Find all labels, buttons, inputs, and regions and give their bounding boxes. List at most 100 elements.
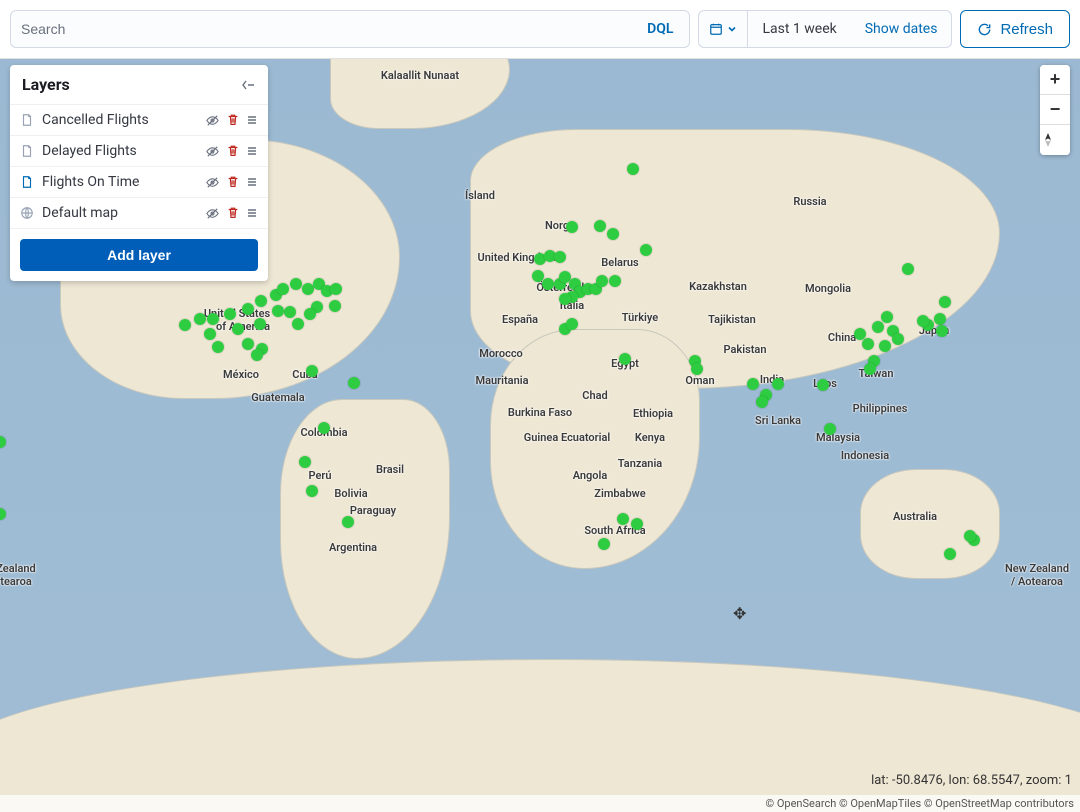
search-bar[interactable]: DQL bbox=[10, 10, 690, 48]
country-label: Guatemala bbox=[251, 391, 304, 404]
document-icon bbox=[20, 175, 34, 189]
data-point[interactable] bbox=[330, 283, 342, 295]
data-point[interactable] bbox=[272, 305, 284, 317]
document-icon bbox=[20, 144, 34, 158]
data-point[interactable] bbox=[299, 456, 311, 468]
drag-handle-icon[interactable] bbox=[246, 144, 258, 158]
data-point[interactable] bbox=[254, 318, 266, 330]
visibility-toggle-icon[interactable] bbox=[205, 206, 220, 221]
data-point[interactable] bbox=[881, 311, 893, 323]
drag-handle-icon[interactable] bbox=[246, 113, 258, 127]
data-point[interactable] bbox=[566, 221, 578, 233]
data-point[interactable] bbox=[255, 295, 267, 307]
data-point[interactable] bbox=[542, 278, 554, 290]
data-point[interactable] bbox=[640, 244, 652, 256]
refresh-button[interactable]: Refresh bbox=[960, 10, 1070, 48]
data-point[interactable] bbox=[566, 318, 578, 330]
data-point[interactable] bbox=[596, 275, 608, 287]
data-point[interactable] bbox=[212, 341, 224, 353]
data-point[interactable] bbox=[939, 296, 951, 308]
data-point[interactable] bbox=[617, 513, 629, 525]
data-point[interactable] bbox=[879, 340, 891, 352]
data-point[interactable] bbox=[284, 306, 296, 318]
data-point[interactable] bbox=[242, 303, 254, 315]
delete-layer-icon[interactable] bbox=[226, 113, 240, 127]
data-point[interactable] bbox=[559, 293, 571, 305]
data-point[interactable] bbox=[902, 263, 914, 275]
data-point[interactable] bbox=[251, 349, 263, 361]
data-point[interactable] bbox=[304, 308, 316, 320]
data-point[interactable] bbox=[277, 283, 289, 295]
data-point[interactable] bbox=[329, 300, 341, 312]
data-point[interactable] bbox=[964, 530, 976, 542]
add-layer-button[interactable]: Add layer bbox=[20, 239, 258, 271]
data-point[interactable] bbox=[747, 378, 759, 390]
collapse-panel-button[interactable] bbox=[240, 77, 256, 93]
data-point[interactable] bbox=[594, 220, 606, 232]
data-point[interactable] bbox=[292, 318, 304, 330]
data-point[interactable] bbox=[598, 538, 610, 550]
data-point[interactable] bbox=[318, 422, 330, 434]
country-label: Philippines bbox=[853, 402, 908, 415]
data-point[interactable] bbox=[224, 308, 236, 320]
delete-layer-icon[interactable] bbox=[226, 144, 240, 158]
zoom-in-button[interactable]: + bbox=[1040, 65, 1070, 95]
country-label: Bolivia bbox=[334, 487, 367, 500]
data-point[interactable] bbox=[862, 338, 874, 350]
calendar-button[interactable] bbox=[699, 11, 748, 47]
show-dates-link[interactable]: Show dates bbox=[851, 21, 952, 37]
data-point[interactable] bbox=[691, 363, 703, 375]
data-point[interactable] bbox=[306, 485, 318, 497]
country-label: Mauritania bbox=[475, 374, 528, 387]
delete-layer-icon[interactable] bbox=[226, 175, 240, 189]
data-point[interactable] bbox=[772, 378, 784, 390]
data-point[interactable] bbox=[207, 313, 219, 325]
country-label: Angola bbox=[573, 469, 608, 482]
data-point[interactable] bbox=[342, 516, 354, 528]
data-point[interactable] bbox=[348, 377, 360, 389]
data-point[interactable] bbox=[179, 319, 191, 331]
data-point[interactable] bbox=[934, 313, 946, 325]
data-point[interactable] bbox=[824, 423, 836, 435]
data-point[interactable] bbox=[232, 323, 244, 335]
data-point[interactable] bbox=[290, 278, 302, 290]
layer-row[interactable]: Delayed Flights bbox=[10, 136, 268, 167]
layer-row[interactable]: Flights On Time bbox=[10, 167, 268, 198]
data-point[interactable] bbox=[872, 321, 884, 333]
visibility-toggle-icon[interactable] bbox=[205, 144, 220, 159]
country-label: Paraguay bbox=[350, 504, 396, 517]
date-range-picker[interactable]: Last 1 week Show dates bbox=[698, 10, 952, 48]
zoom-out-button[interactable]: − bbox=[1040, 95, 1070, 125]
visibility-toggle-icon[interactable] bbox=[205, 113, 220, 128]
data-point[interactable] bbox=[607, 228, 619, 240]
layer-row[interactable]: Default map bbox=[10, 198, 268, 229]
visibility-toggle-icon[interactable] bbox=[205, 175, 220, 190]
drag-handle-icon[interactable] bbox=[246, 206, 258, 220]
data-point[interactable] bbox=[306, 365, 318, 377]
data-point[interactable] bbox=[631, 518, 643, 530]
data-point[interactable] bbox=[936, 325, 948, 337]
data-point[interactable] bbox=[242, 338, 254, 350]
country-label: Ísland bbox=[465, 189, 495, 202]
data-point[interactable] bbox=[554, 251, 566, 263]
delete-layer-icon[interactable] bbox=[226, 206, 240, 220]
data-point[interactable] bbox=[627, 163, 639, 175]
dql-button[interactable]: DQL bbox=[641, 21, 679, 37]
data-point[interactable] bbox=[194, 313, 206, 325]
data-point[interactable] bbox=[944, 548, 956, 560]
drag-handle-icon[interactable] bbox=[246, 175, 258, 189]
data-point[interactable] bbox=[619, 353, 631, 365]
data-point[interactable] bbox=[917, 315, 929, 327]
search-input[interactable] bbox=[21, 21, 641, 37]
data-point[interactable] bbox=[864, 363, 876, 375]
layer-row[interactable]: Cancelled Flights bbox=[10, 105, 268, 136]
data-point[interactable] bbox=[892, 333, 904, 345]
country-label: Zealand bbox=[0, 562, 36, 575]
data-point[interactable] bbox=[204, 328, 216, 340]
reset-bearing-button[interactable] bbox=[1040, 125, 1070, 155]
data-point[interactable] bbox=[609, 275, 621, 287]
layer-name: Default map bbox=[42, 205, 197, 221]
data-point[interactable] bbox=[756, 396, 768, 408]
country-label: tearoa bbox=[0, 575, 31, 588]
data-point[interactable] bbox=[817, 379, 829, 391]
